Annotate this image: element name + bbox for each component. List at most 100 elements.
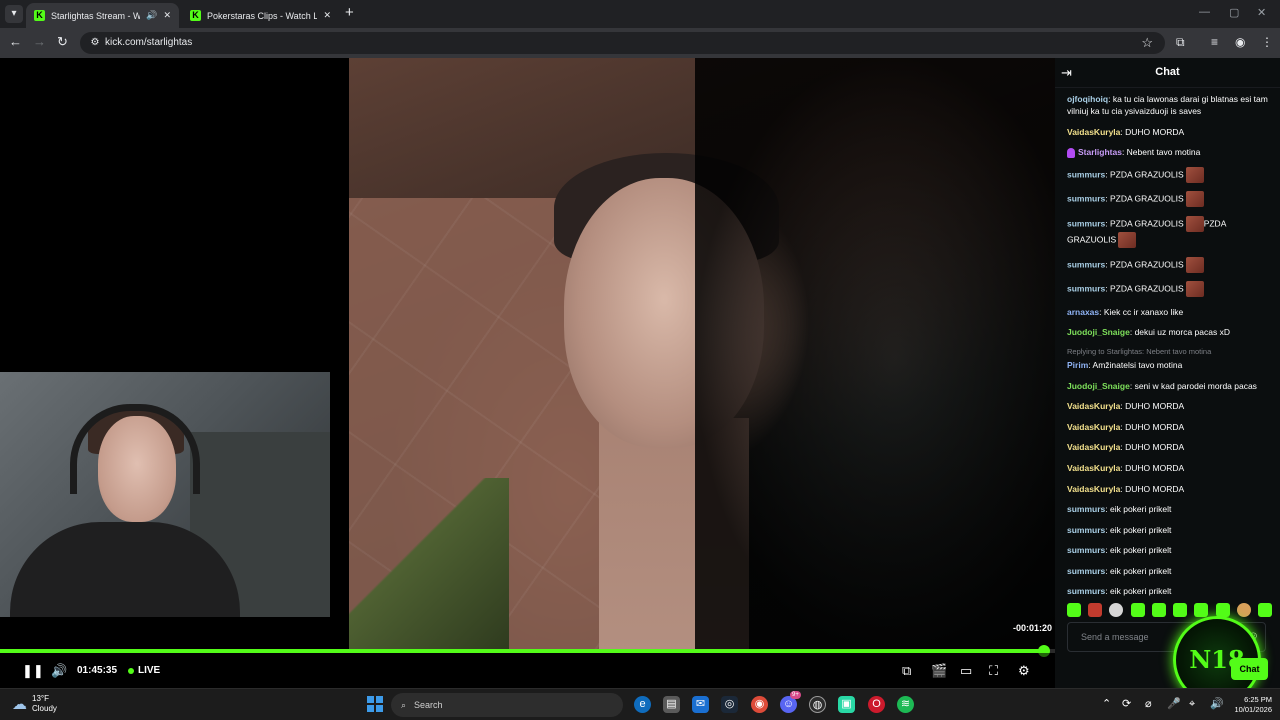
- minimize-icon[interactable]: —: [1199, 6, 1210, 18]
- chat-message: VaidasKuryla: DUHO MORDA: [1067, 126, 1272, 138]
- emote-image[interactable]: [1185, 256, 1204, 273]
- chat-text: DUHO MORDA: [1125, 401, 1185, 412]
- tab-starlightas[interactable]: K Starlightas Stream - Watch Live on Kic…: [26, 3, 179, 28]
- emote-button[interactable]: [1236, 603, 1251, 617]
- chat-username[interactable]: summurs: [1067, 259, 1105, 269]
- chat-username[interactable]: summurs: [1067, 218, 1105, 228]
- new-tab-icon[interactable]: +: [345, 5, 354, 21]
- picture-in-picture-icon[interactable]: ⧉: [902, 663, 911, 679]
- url-text[interactable]: kick.com/starlightas: [105, 37, 192, 48]
- chrome-icon[interactable]: ◉: [751, 696, 768, 713]
- store-icon[interactable]: ▤: [663, 696, 680, 713]
- taskbar-search[interactable]: ⌕ Search: [391, 693, 623, 717]
- chat-username[interactable]: Juodoji_Snaige: [1067, 381, 1130, 391]
- fullscreen-icon[interactable]: ⛶: [989, 663, 998, 679]
- speaker-icon[interactable]: 🔊: [146, 10, 157, 21]
- emote-image[interactable]: [1185, 281, 1204, 298]
- chat-username[interactable]: Starlightas: [1078, 147, 1122, 157]
- microphone-icon[interactable]: 🎤: [1167, 698, 1181, 711]
- menu-icon[interactable]: ⋮: [1261, 35, 1273, 49]
- chat-username[interactable]: summurs: [1067, 504, 1105, 514]
- emote-image[interactable]: [1118, 231, 1137, 248]
- kick-app-icon[interactable]: ▣: [838, 696, 855, 713]
- back-icon[interactable]: ←: [9, 34, 22, 50]
- windows-start-icon[interactable]: [367, 696, 383, 712]
- chat-username[interactable]: VaidasKuryla: [1067, 401, 1120, 411]
- tab-search-icon[interactable]: ▾: [5, 5, 23, 23]
- reload-icon[interactable]: ↻: [57, 34, 68, 50]
- extensions-icon[interactable]: ⧉: [1176, 35, 1185, 49]
- chat-username[interactable]: ojfoqihoiq: [1067, 94, 1108, 104]
- chat-text: DUHO MORDA: [1125, 483, 1185, 494]
- site-info-icon[interactable]: ⚙: [88, 36, 102, 50]
- theater-mode-icon[interactable]: ▭: [960, 663, 972, 679]
- emote-button[interactable]: [1088, 603, 1103, 617]
- chat-username[interactable]: arnaxas: [1067, 307, 1099, 317]
- live-indicator[interactable]: LIVE: [128, 665, 160, 676]
- clip-icon[interactable]: 🎬: [931, 663, 947, 679]
- emote-button[interactable]: [1194, 603, 1209, 617]
- chat-username[interactable]: summurs: [1067, 194, 1105, 204]
- chat-send-button[interactable]: Chat: [1231, 658, 1268, 680]
- chat-username[interactable]: summurs: [1067, 283, 1105, 293]
- bookmark-star-icon[interactable]: ☆: [1141, 35, 1153, 51]
- emote-button[interactable]: [1257, 603, 1272, 617]
- volume-icon[interactable]: 🔊: [51, 663, 67, 679]
- emote-image[interactable]: [1185, 166, 1204, 183]
- steam-icon[interactable]: ◎: [721, 696, 738, 713]
- reply-context[interactable]: Replying to Starlightas: Nebent tavo mot…: [1067, 347, 1272, 357]
- chat-username[interactable]: VaidasKuryla: [1067, 463, 1120, 473]
- volume-tray-icon[interactable]: 🔊: [1210, 698, 1224, 711]
- tray-overflow-icon[interactable]: ⌃: [1102, 698, 1111, 711]
- chat-username[interactable]: summurs: [1067, 525, 1105, 535]
- tab-pokerstaras[interactable]: K Pokerstaras Clips - Watch Live on Kick…: [182, 3, 339, 28]
- chat-username[interactable]: summurs: [1067, 545, 1105, 555]
- profile-icon[interactable]: ◉: [1235, 35, 1245, 49]
- video-player[interactable]: -00:01:20 ❚❚ 🔊 01:45:35 LIVE ⧉ 🎬 ▭ ⛶ ⚙: [0, 58, 1055, 688]
- system-clock[interactable]: 6:25 PM 10/01/2026: [1234, 695, 1272, 715]
- pause-icon[interactable]: ❚❚: [22, 663, 44, 679]
- sync-icon[interactable]: ⟳: [1122, 698, 1131, 711]
- chat-username[interactable]: VaidasKuryla: [1067, 127, 1120, 137]
- chat-username[interactable]: summurs: [1067, 566, 1105, 576]
- chat-message: summurs: PZDA GRAZUOLIS: [1067, 281, 1272, 298]
- emote-image[interactable]: [1185, 191, 1204, 208]
- emote-button[interactable]: [1173, 603, 1188, 617]
- outlook-icon[interactable]: ✉: [692, 696, 709, 713]
- network-icon[interactable]: ⌖: [1189, 698, 1195, 711]
- kick-icon: K: [34, 10, 45, 21]
- settings-icon[interactable]: ⚙: [1018, 663, 1030, 679]
- chat-username[interactable]: VaidasKuryla: [1067, 484, 1120, 494]
- time-remaining: -00:01:20: [1013, 623, 1053, 633]
- wifi-off-icon[interactable]: ⌀: [1145, 698, 1152, 711]
- chat-username[interactable]: Juodoji_Snaige: [1067, 327, 1130, 337]
- emote-image[interactable]: [1185, 215, 1204, 232]
- weather-widget[interactable]: ☁ 13°F Cloudy: [12, 694, 57, 714]
- chat-username[interactable]: Pirim: [1067, 360, 1088, 370]
- close-icon[interactable]: ✕: [163, 10, 171, 21]
- chat-username[interactable]: VaidasKuryla: [1067, 422, 1120, 432]
- chat-username[interactable]: summurs: [1067, 586, 1105, 596]
- chat-message-list[interactable]: ojfoqihoiq: ka tu cia lawonas darai gi b…: [1067, 93, 1272, 606]
- stream-video[interactable]: [349, 58, 1055, 653]
- emote-button[interactable]: [1130, 603, 1145, 617]
- maximize-icon[interactable]: ▢: [1229, 6, 1239, 19]
- address-bar[interactable]: ⚙ kick.com/starlightas ☆: [80, 32, 1165, 54]
- close-icon[interactable]: ✕: [323, 10, 331, 21]
- emote-button[interactable]: [1109, 603, 1124, 617]
- emote-button[interactable]: [1215, 603, 1230, 617]
- spotify-icon[interactable]: ≋: [897, 696, 914, 713]
- forward-icon[interactable]: →: [33, 34, 46, 50]
- edge-icon[interactable]: e: [634, 696, 651, 713]
- emote-button[interactable]: [1067, 603, 1081, 617]
- media-control-icon[interactable]: ≡: [1211, 35, 1218, 49]
- opera-icon[interactable]: O: [868, 696, 885, 713]
- chat-text: eik pokeri prikelt: [1110, 565, 1172, 576]
- chat-username[interactable]: summurs: [1067, 169, 1105, 179]
- chat-message: Juodoji_Snaige: dekui uz morca pacas xD: [1067, 326, 1272, 338]
- window-close-icon[interactable]: ✕: [1257, 6, 1266, 19]
- obs-icon[interactable]: ◍: [809, 696, 826, 713]
- live-label: LIVE: [138, 665, 161, 676]
- emote-button[interactable]: [1151, 603, 1166, 617]
- chat-username[interactable]: VaidasKuryla: [1067, 442, 1120, 452]
